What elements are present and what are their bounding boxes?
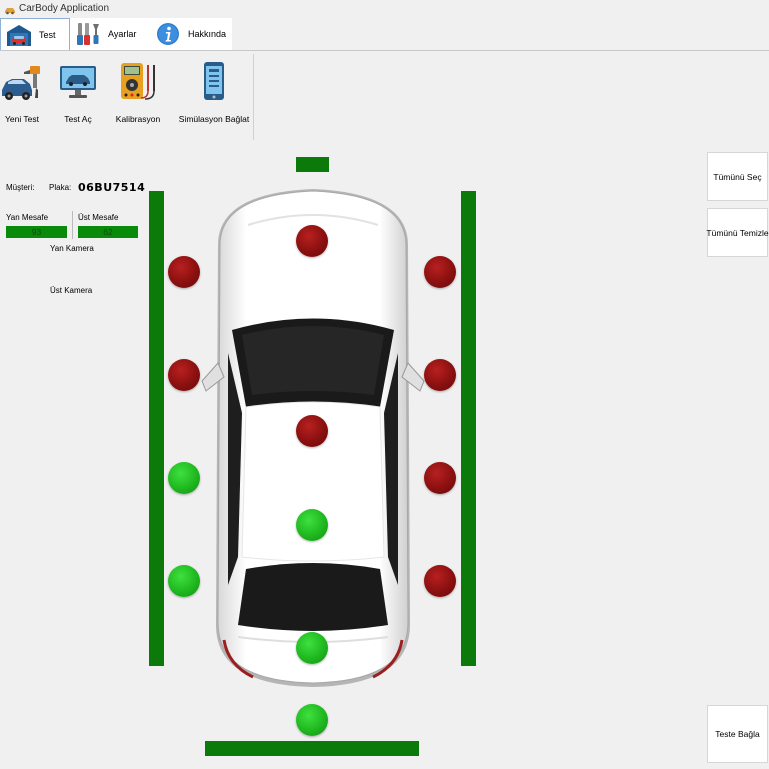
- sensor-right-2[interactable]: [424, 359, 456, 391]
- plate-label: Plaka:: [49, 183, 72, 192]
- window-title: CarBody Application: [19, 3, 110, 14]
- top-distance-label: Üst Mesafe: [78, 213, 119, 222]
- rear-rail: [205, 741, 419, 756]
- ribbon-divider: [0, 50, 769, 51]
- sensor-right-3[interactable]: [424, 462, 456, 494]
- toolbar-separator: [253, 54, 254, 140]
- tab-about[interactable]: Hakkında: [150, 18, 232, 50]
- right-rail: [461, 191, 476, 666]
- car-paint-gun-icon: [0, 58, 45, 104]
- sensor-top-3[interactable]: [296, 509, 328, 541]
- tools-icon: [74, 21, 102, 47]
- garage-icon: [5, 22, 33, 48]
- sensor-left-1[interactable]: [168, 256, 200, 288]
- customer-label: Müşteri:: [6, 183, 35, 192]
- monitor-car-icon: [55, 58, 101, 104]
- open-test-button[interactable]: Test Aç: [56, 58, 100, 124]
- title-bar: [0, 0, 769, 18]
- new-test-button[interactable]: Yeni Test: [0, 58, 44, 124]
- tab-settings-label: Ayarlar: [108, 29, 137, 39]
- plate-value: 06BU7514: [78, 181, 146, 194]
- sensor-left-3[interactable]: [168, 462, 200, 494]
- sensor-left-4[interactable]: [168, 565, 200, 597]
- side-camera-label: Yan Kamera: [50, 244, 94, 253]
- sensor-top-1[interactable]: [296, 225, 328, 257]
- app-logo-icon: [5, 8, 15, 15]
- tab-about-label: Hakkında: [188, 29, 227, 39]
- simulation-connect-button[interactable]: Simülasyon Bağlat: [178, 58, 250, 124]
- clear-all-button[interactable]: Tümünü Temizle: [706, 208, 769, 257]
- front-rail: [296, 157, 329, 172]
- sensor-right-1[interactable]: [424, 256, 456, 288]
- select-all-button[interactable]: Tümünü Seç: [707, 152, 768, 201]
- simulation-connect-label: Simülasyon Bağlat: [178, 114, 250, 124]
- sensor-top-2[interactable]: [296, 415, 328, 447]
- connect-test-button[interactable]: Teste Bağla: [707, 705, 768, 763]
- new-test-label: Yeni Test: [4, 114, 40, 124]
- side-distance-label: Yan Mesafe: [6, 213, 49, 222]
- tab-settings[interactable]: Ayarlar: [70, 18, 150, 50]
- calibration-button[interactable]: Kalibrasyon: [114, 58, 162, 124]
- calibration-label: Kalibrasyon: [115, 114, 161, 124]
- sensor-rear[interactable]: [296, 704, 328, 736]
- tab-test-label: Test: [39, 29, 56, 40]
- info-icon: [154, 21, 182, 47]
- sensor-top-4[interactable]: [296, 632, 328, 664]
- left-rail: [149, 191, 164, 666]
- top-distance-bar: 62: [78, 226, 138, 238]
- sensor-left-2[interactable]: [168, 359, 200, 391]
- tab-test[interactable]: Test: [0, 18, 70, 50]
- multimeter-icon: [115, 58, 161, 104]
- distance-separator: [72, 211, 73, 239]
- side-distance-bar: 93: [6, 226, 67, 238]
- smartphone-icon: [191, 58, 237, 104]
- top-camera-label: Üst Kamera: [50, 286, 93, 295]
- open-test-label: Test Aç: [64, 114, 92, 124]
- sensor-right-4[interactable]: [424, 565, 456, 597]
